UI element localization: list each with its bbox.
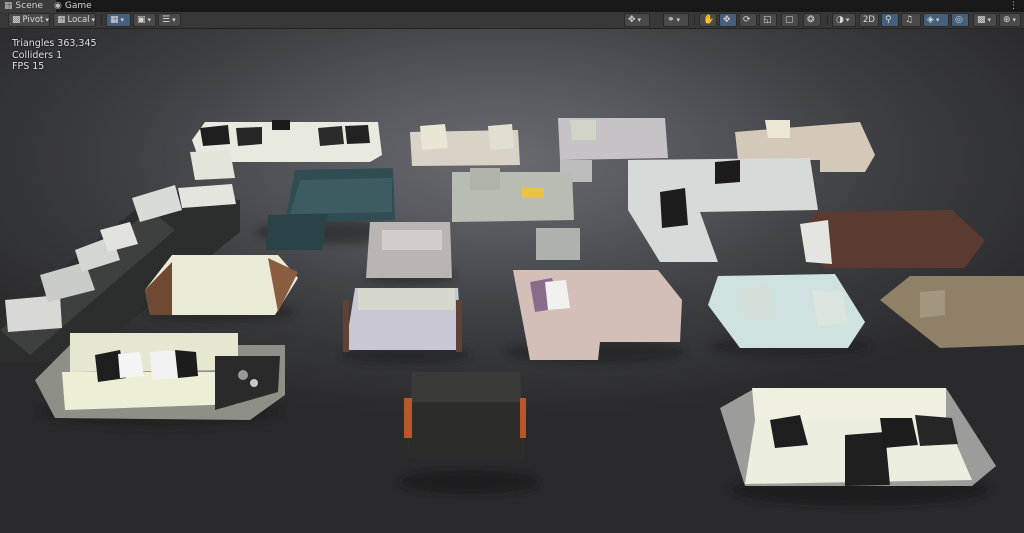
chevron-down-icon: ▾ [147,16,152,24]
sofa-mint[interactable] [708,274,870,357]
sofa-white-with-side-table[interactable] [35,333,285,428]
orientation-icon: ⚭ [667,14,675,25]
move-icon: ✥ [723,14,731,25]
draw-mode-dropdown[interactable]: ◑ ▾ [832,13,856,27]
armchair-grey[interactable] [365,222,455,284]
scale-tool-button[interactable]: ◱ [759,13,777,27]
snap-increment-dropdown[interactable]: ▣ ▾ [133,13,156,27]
tab-game-label: Game [64,1,92,11]
rect-tool-button[interactable]: ▢ [781,13,799,27]
scene-toolbar: ▩ Pivot ▾ ▦ Local ▾ ▦ ▾ ▣ ▾ ☰ ▾ ✥ ▾ ⚭ ▾ … [0,12,1024,29]
sofa-lavender[interactable] [340,288,470,365]
chevron-down-icon: ▾ [637,16,642,24]
lightbulb-icon: ⚲ [885,14,892,25]
sofa-white-large-bottom-right[interactable] [720,388,996,506]
camera-dropdown[interactable]: ▩ ▾ [973,13,997,27]
grid-icon: ▦ [110,14,119,25]
sectional-sofa-taupe[interactable] [880,276,1024,348]
sectional-sofa-light-grey[interactable] [628,158,818,262]
colliders-stat: Colliders 1 [12,49,63,61]
local-space-icon: ▦ [57,14,66,25]
audio-toggle[interactable]: ♫ [901,13,921,27]
pivot-label: Pivot [22,15,44,25]
toolbar-divider [694,15,695,25]
rotate-tool-button[interactable]: ⟳ [739,13,757,27]
fps-stat: FPS 15 [12,61,45,72]
sofa-dark-orange-frame[interactable] [400,372,540,494]
move-arrows-icon: ✥ [628,14,636,25]
chevron-down-icon: ▾ [987,16,992,24]
eye-slash-icon: ◎ [955,14,963,25]
move-tool-button[interactable]: ✥ [719,13,737,27]
chevron-down-icon: ▾ [120,16,125,24]
effects-layers-icon: ◈ [927,14,934,25]
pivot-dropdown[interactable]: ▩ Pivot ▾ [8,13,50,27]
camera-icon: ▩ [977,14,986,25]
tab-game[interactable]: ◉ Game [50,0,104,12]
gizmos-dropdown[interactable]: ⊕ ▾ [999,13,1021,27]
scale-icon: ◱ [763,14,772,25]
toolbar-divider [827,15,828,25]
effects-dropdown[interactable]: ◈ ▾ [923,13,949,27]
local-dropdown[interactable]: ▦ Local ▾ [53,13,96,27]
chevron-down-icon: ▾ [45,16,49,24]
rotate-icon: ⟳ [743,14,751,25]
chevron-down-icon: ▾ [676,16,681,24]
sectional-sofa-pink[interactable] [505,270,685,364]
mode-2d-toggle[interactable]: 2D [859,13,879,27]
pivot-icon: ▩ [12,14,21,25]
sofa-brown-leather[interactable] [800,210,985,268]
speaker-icon: ♫ [905,14,914,25]
sofa-sage-green[interactable] [452,168,580,260]
orientation-dropdown[interactable]: ⚭ ▾ [663,13,689,27]
hand-icon: ✋ [703,14,715,25]
transform-tool-button[interactable]: ❂ [803,13,821,27]
triangles-stat: Triangles 363,345 [12,38,97,49]
tab-scene[interactable]: ▦ Scene [0,0,56,12]
transform-icon: ❂ [807,14,815,25]
rect-transform-icon: ▢ [785,14,794,25]
grid-snap-toggle[interactable]: ▦ ▾ [106,13,131,27]
more-options-icon[interactable]: ⋮ [1009,0,1018,12]
chevron-down-icon: ▾ [1012,16,1017,24]
lighting-toggle[interactable]: ⚲ [881,13,899,27]
align-icon: ☰ [162,14,171,25]
view-tool-dropdown[interactable]: ✥ ▾ [624,13,650,27]
hand-tool-button[interactable]: ✋ [699,13,717,27]
scene-stats-overlay: Triangles 363,345 Colliders 1 FPS 15 [12,38,97,73]
scene-objects[interactable] [0,29,1024,533]
snap-increment-icon: ▣ [137,14,146,25]
scene-grid-icon: ▦ [4,0,13,11]
chevron-down-icon: ▾ [172,16,176,24]
sofa-cream-wood-frame[interactable] [145,255,298,322]
mode-2d-label: 2D [863,15,875,25]
toolbar-divider [101,15,102,25]
tab-scene-label: Scene [15,1,43,11]
align-dropdown[interactable]: ☰ ▾ [158,13,181,27]
chevron-down-icon: ▾ [845,16,850,24]
gamepad-icon: ◉ [54,0,62,11]
local-label: Local [67,15,90,25]
scene-visibility-toggle[interactable]: ◎ [951,13,969,27]
chevron-down-icon: ▾ [91,16,96,24]
chevron-down-icon: ▾ [935,16,940,24]
gizmos-icon: ⊕ [1003,14,1011,25]
sofa-pastel-beige[interactable] [410,124,520,166]
shaded-sphere-icon: ◑ [836,14,844,25]
